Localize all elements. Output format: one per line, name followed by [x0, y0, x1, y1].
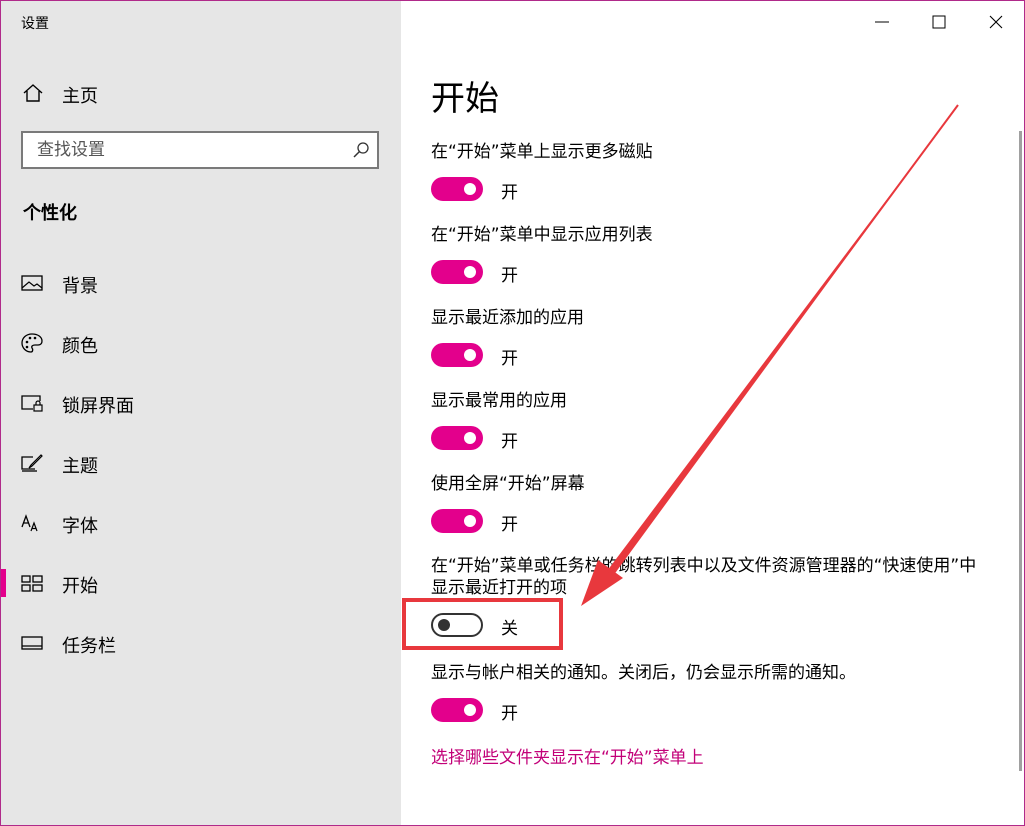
palette-icon	[21, 333, 43, 353]
toggle-state-label: 开	[501, 349, 518, 369]
toggle-switch[interactable]	[431, 260, 483, 284]
setting-label: 使用全屏“开始”屏幕	[431, 474, 585, 494]
toggle-state-label: 开	[501, 432, 518, 452]
setting-most-used: 显示最常用的应用 开	[431, 390, 991, 454]
scrollbar[interactable]	[1019, 131, 1022, 771]
toggle-switch[interactable]	[431, 426, 483, 450]
sidebar-item-label: 背景	[62, 276, 98, 297]
toggle-switch[interactable]	[431, 177, 483, 201]
setting-recently-added: 显示最近添加的应用 开	[431, 307, 991, 371]
maximize-button[interactable]	[910, 1, 968, 43]
annotation-highlight-box	[402, 598, 563, 650]
sidebar-item-taskbar[interactable]: 任务栏	[1, 613, 401, 673]
setting-label: 在“开始”菜单中显示应用列表	[431, 225, 653, 245]
setting-account-notifications: 显示与帐户相关的通知。关闭后，仍会显示所需的通知。 开	[431, 662, 991, 726]
taskbar-icon	[21, 636, 43, 650]
picture-icon	[21, 275, 43, 291]
start-icon	[21, 575, 43, 592]
toggle-state-label: 开	[501, 266, 518, 286]
toggle-state-label: 开	[501, 515, 518, 535]
sidebar-item-start[interactable]: 开始	[1, 553, 401, 613]
toggle-switch[interactable]	[431, 698, 483, 722]
choose-folders-link[interactable]: 选择哪些文件夹显示在“开始”菜单上	[431, 743, 704, 768]
window-title: 设置	[21, 16, 49, 32]
sidebar-item-label: 主题	[62, 456, 98, 477]
setting-label: 在“开始”菜单上显示更多磁贴	[431, 142, 653, 162]
toggle-switch[interactable]	[431, 343, 483, 367]
lock-screen-icon	[21, 395, 43, 412]
setting-app-list: 在“开始”菜单中显示应用列表 开	[431, 224, 991, 288]
sidebar-nav: 背景 颜色 锁屏界面 主题 字体 开始 任务栏	[1, 253, 401, 673]
sidebar-item-colors[interactable]: 颜色	[1, 313, 401, 373]
sidebar-item-label: 字体	[62, 516, 98, 537]
sidebar-home-label: 主页	[62, 86, 98, 107]
sidebar-item-label: 任务栏	[62, 636, 116, 657]
close-button[interactable]	[967, 1, 1024, 43]
setting-label: 显示与帐户相关的通知。关闭后，仍会显示所需的通知。	[431, 663, 856, 683]
setting-more-tiles: 在“开始”菜单上显示更多磁贴 开	[431, 141, 991, 205]
minimize-button[interactable]	[853, 1, 911, 43]
search-input[interactable]	[37, 133, 337, 167]
sidebar-item-lock-screen[interactable]: 锁屏界面	[1, 373, 401, 433]
toggle-state-label: 开	[501, 704, 518, 724]
maximize-icon	[932, 15, 946, 29]
search-icon[interactable]	[353, 142, 369, 158]
sidebar-item-background[interactable]: 背景	[1, 253, 401, 313]
sidebar-item-label: 颜色	[62, 336, 98, 357]
sidebar-item-fonts[interactable]: 字体	[1, 493, 401, 553]
toggle-switch[interactable]	[431, 509, 483, 533]
font-icon	[21, 514, 38, 532]
search-box[interactable]	[21, 131, 379, 169]
setting-label: 在“开始”菜单或任务栏的跳转列表中以及文件资源管理器的“快速使用”中显示最近打开…	[431, 556, 977, 598]
minimize-icon	[875, 21, 889, 23]
sidebar-item-themes[interactable]: 主题	[1, 433, 401, 493]
setting-fullscreen-start: 使用全屏“开始”屏幕 开	[431, 473, 991, 537]
section-title: 个性化	[23, 203, 77, 224]
setting-label: 显示最常用的应用	[431, 391, 567, 411]
setting-label: 显示最近添加的应用	[431, 308, 584, 328]
sidebar-item-label: 开始	[62, 576, 98, 597]
settings-window: 设置 主页 个性化 背景	[0, 0, 1025, 826]
sidebar-home[interactable]: 主页	[1, 73, 401, 113]
close-icon	[989, 15, 1003, 29]
theme-icon	[21, 454, 43, 472]
sidebar-item-label: 锁屏界面	[62, 396, 134, 417]
sidebar: 设置 主页 个性化 背景	[1, 1, 401, 825]
home-icon	[23, 84, 43, 102]
toggle-state-label: 开	[501, 183, 518, 203]
page-title: 开始	[431, 79, 499, 119]
